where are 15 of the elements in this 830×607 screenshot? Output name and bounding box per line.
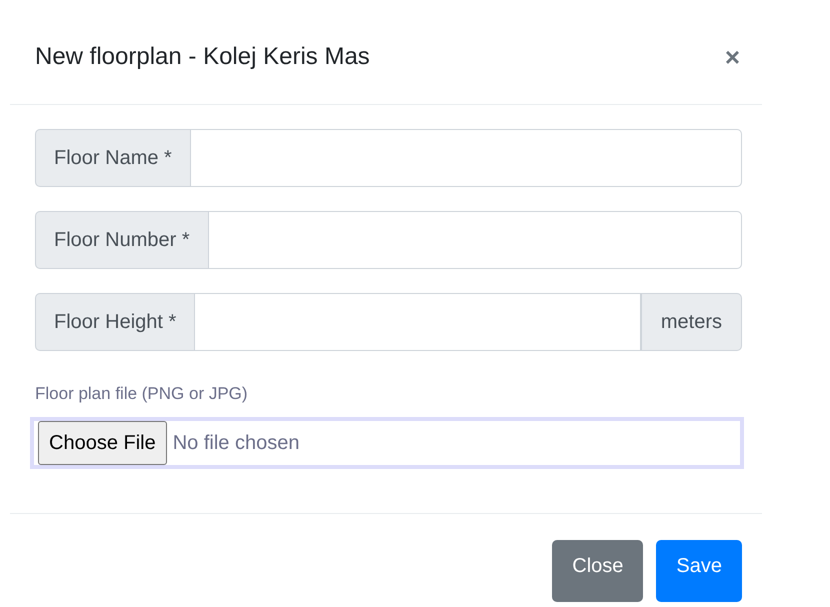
choose-file-button[interactable]: Choose File (38, 420, 167, 464)
modal-title: New floorplan - Kolej Keris Mas (35, 42, 370, 72)
field-label: Floor plan file (PNG or JPG) (35, 383, 249, 405)
field-label: Floor Height * (35, 293, 196, 351)
field-label: Floor Number * (35, 211, 209, 269)
close-button[interactable]: × (724, 44, 740, 70)
text-field[interactable] (195, 293, 641, 351)
file-input[interactable]: Choose File No file chosen (30, 416, 744, 468)
field-label: Floor Name * (35, 129, 191, 187)
close-button[interactable]: Close (552, 540, 644, 602)
save-button[interactable]: Save (656, 540, 742, 602)
unit-label: meters (640, 293, 742, 351)
file-status: No file chosen (172, 430, 300, 456)
text-field[interactable] (208, 211, 742, 269)
text-field[interactable] (190, 129, 742, 187)
